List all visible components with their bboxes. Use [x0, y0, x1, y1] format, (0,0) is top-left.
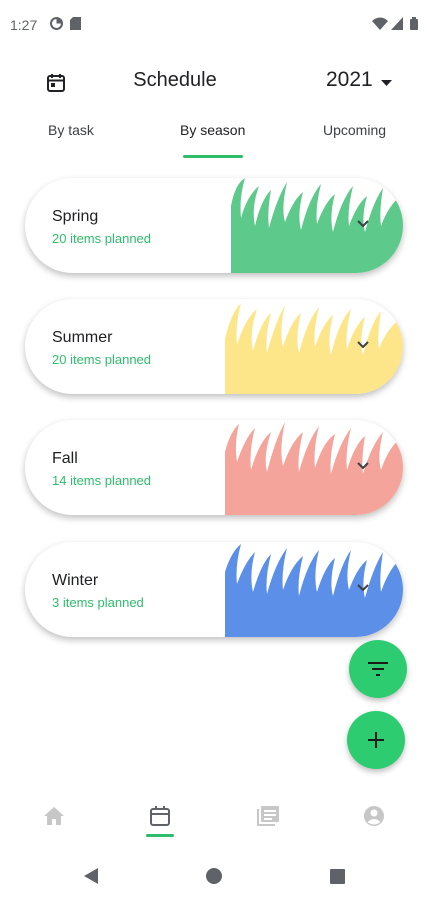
season-item-count: 14 items planned: [52, 473, 152, 488]
app-header: Schedule 2021: [0, 55, 427, 109]
library-icon: [257, 806, 279, 826]
season-item-count: 3 items planned: [52, 595, 144, 610]
season-name: Summer: [52, 329, 113, 346]
add-button[interactable]: [347, 711, 405, 769]
home-button-icon[interactable]: [203, 865, 225, 887]
nav-home[interactable]: [40, 802, 68, 830]
tab-by-season[interactable]: By season: [180, 122, 245, 138]
grass-illustration: [225, 303, 403, 394]
tab-bar: By task By season Upcoming: [0, 112, 427, 160]
grass-illustration: [225, 422, 403, 515]
filter-icon: [368, 662, 388, 676]
season-card-winter[interactable]: Winter 3 items planned: [25, 542, 403, 637]
page-title: Schedule: [133, 69, 217, 91]
season-name: Winter: [52, 572, 99, 589]
nav-schedule[interactable]: [146, 802, 174, 830]
chevron-down-icon[interactable]: [353, 337, 373, 353]
season-card-fall[interactable]: Fall 14 items planned: [25, 420, 403, 515]
season-item-count: 20 items planned: [52, 352, 152, 367]
account-icon: [364, 806, 384, 826]
dropdown-arrow-icon: [380, 68, 392, 92]
calendar-icon: [150, 806, 170, 826]
chevron-down-icon[interactable]: [353, 216, 373, 232]
tab-upcoming[interactable]: Upcoming: [323, 122, 386, 138]
wifi-icon: [372, 17, 388, 35]
sim-card-icon: [70, 17, 81, 35]
status-time: 1:27: [10, 17, 38, 33]
system-navigation-bar: [0, 850, 427, 900]
filter-button[interactable]: [349, 640, 407, 698]
year-value: 2021: [326, 68, 373, 91]
recents-icon[interactable]: [326, 865, 348, 887]
season-card-summer[interactable]: Summer 20 items planned: [25, 299, 403, 394]
tab-by-task[interactable]: By task: [48, 122, 94, 138]
bottom-navigation: [0, 790, 427, 842]
data-saver-icon: [50, 17, 63, 35]
year-selector[interactable]: 2021: [326, 68, 392, 92]
status-bar: 1:27: [0, 0, 427, 52]
nav-library[interactable]: [254, 802, 282, 830]
season-name: Spring: [52, 208, 99, 225]
home-icon: [44, 807, 64, 825]
add-icon: [368, 732, 384, 748]
season-item-count: 20 items planned: [52, 231, 152, 246]
nav-account[interactable]: [360, 802, 388, 830]
chevron-down-icon[interactable]: [353, 580, 373, 596]
back-icon[interactable]: [80, 865, 102, 887]
grass-illustration: [225, 544, 403, 637]
season-card-spring[interactable]: Spring 20 items planned: [25, 178, 403, 273]
active-nav-indicator: [146, 834, 174, 837]
season-name: Fall: [52, 450, 78, 467]
battery-icon: [410, 17, 418, 35]
active-tab-indicator: [183, 155, 243, 158]
signal-icon: [391, 17, 403, 35]
grass-illustration: [231, 178, 403, 273]
chevron-down-icon[interactable]: [353, 458, 373, 474]
